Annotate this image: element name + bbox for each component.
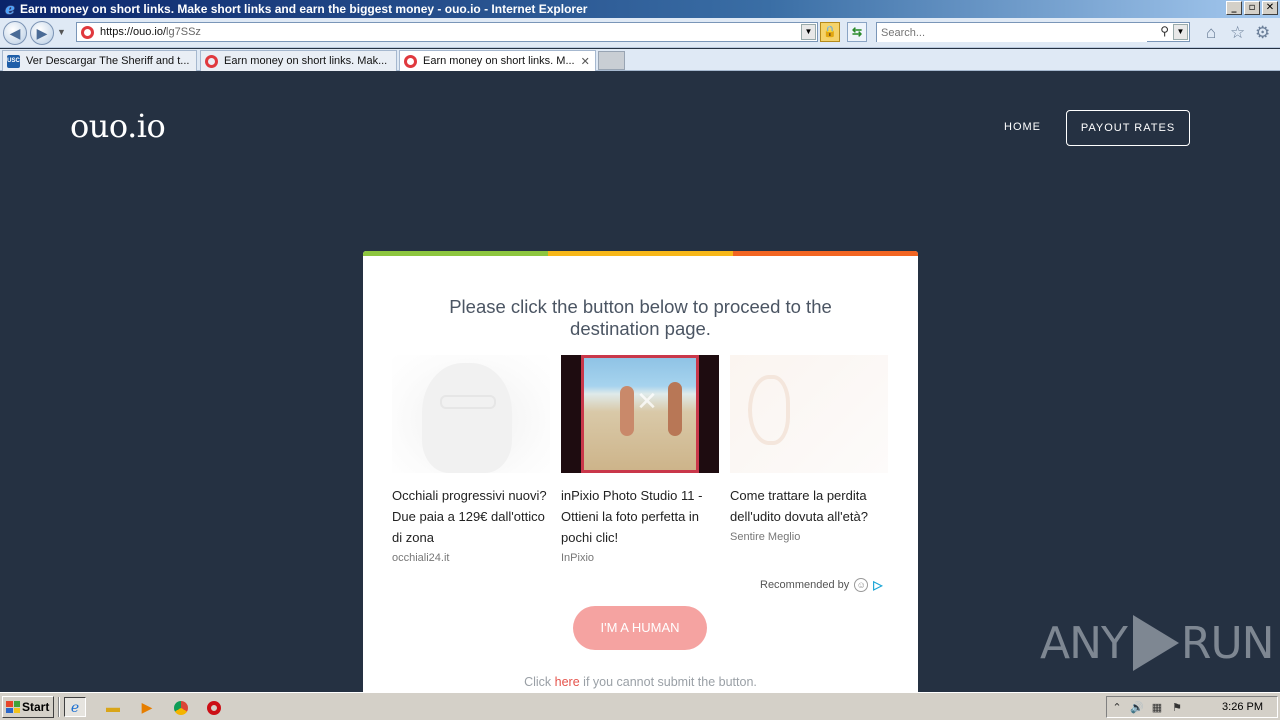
history-dropdown-icon[interactable]: ▼ (57, 27, 66, 37)
address-toolbar: ◀ ▶ ▼ https://ouo.io/lg7SSz ▼ 🔒 ⇆ ⚲ ▼ ⌂ … (0, 18, 1280, 48)
adchoices-icon[interactable]: ▷ (873, 578, 882, 592)
recommendation-thumbnail[interactable]: ✕ (561, 355, 719, 473)
address-dropdown-icon[interactable]: ▼ (801, 24, 816, 40)
payout-rates-button[interactable]: PAYOUT RATES (1066, 110, 1190, 146)
cross-icon: ✕ (636, 386, 658, 416)
tab-close-icon[interactable]: ✕ (581, 55, 590, 68)
flag-icon[interactable]: ⚑ (1167, 701, 1187, 714)
card-color-stripe (363, 251, 918, 256)
recommendation-thumbnail[interactable] (392, 355, 550, 473)
window-title-bar: e Earn money on short links. Make short … (0, 0, 1280, 18)
glasses-shape (440, 395, 496, 409)
folder-icon[interactable]: ▬ (102, 697, 124, 717)
search-box[interactable]: ⚲ ▼ (876, 22, 1190, 42)
tray-expand-icon[interactable]: ⌃ (1107, 701, 1127, 714)
person-shape (620, 386, 634, 436)
recommendation-thumbnail[interactable] (730, 355, 888, 473)
usc-favicon-icon: USC (7, 54, 20, 68)
forward-button[interactable]: ▶ (30, 21, 54, 45)
maximize-button[interactable]: ▫ (1244, 1, 1260, 15)
search-input[interactable] (877, 24, 1147, 42)
windows-logo-icon (6, 701, 20, 713)
recommended-by[interactable]: Recommended by ☺ ▷ (760, 578, 883, 592)
minimize-button[interactable]: _ (1226, 1, 1242, 15)
back-arrow-icon: ◀ (9, 25, 21, 41)
address-url[interactable]: https://ouo.io/lg7SSz (100, 26, 201, 38)
recommended-by-label: Recommended by (760, 579, 850, 591)
close-button[interactable]: ✕ (1262, 1, 1278, 15)
card-heading: Please click the button below to proceed… (449, 296, 832, 339)
clock[interactable]: 3:26 PM (1222, 701, 1263, 713)
web-page: ouo.io HOME PAYOUT RATES Please click th… (0, 71, 1280, 692)
nav-home-link[interactable]: HOME (1004, 121, 1041, 133)
network-icon[interactable]: ▦ (1147, 701, 1167, 714)
recommendation-source: InPixio (561, 552, 595, 564)
recommendation-item[interactable]: ✕ inPixio Photo Studio 11 - Ottieni la f… (561, 355, 719, 564)
anyrun-watermark: ANY RUN (1040, 613, 1275, 673)
ear-image (748, 375, 790, 445)
stripe-orange (733, 251, 918, 256)
start-button[interactable]: Start (2, 696, 54, 718)
search-dropdown-icon[interactable]: ▼ (1173, 24, 1188, 40)
system-tray: ⌃ 🔊 ▦ ⚑ 3:26 PM (1106, 696, 1278, 718)
portrait-image (422, 363, 512, 473)
ouo-favicon-icon (205, 54, 218, 68)
window-controls: _ ▫ ✕ (1226, 1, 1278, 15)
outbrain-logo-icon: ☺ (854, 578, 869, 592)
ie-icon: e (5, 0, 15, 18)
im-a-human-button[interactable]: I'M A HUMAN (573, 606, 707, 650)
recommendation-title[interactable]: Come trattare la perdita dell'udito dovu… (730, 485, 888, 527)
volume-icon[interactable]: 🔊 (1127, 701, 1147, 714)
redirect-card: Please click the button below to proceed… (363, 251, 918, 692)
address-bar[interactable]: https://ouo.io/lg7SSz ▼ (76, 22, 818, 42)
taskbar: Start e ▬ ▶ ⌃ 🔊 ▦ ⚑ 3:26 PM (0, 692, 1280, 720)
recommendation-item[interactable]: Come trattare la perdita dell'udito dovu… (730, 355, 888, 543)
taskbar-separator (58, 697, 60, 717)
tab-strip: USC Ver Descargar The Sheriff and t... E… (0, 49, 1280, 71)
tab-ouo-active[interactable]: Earn money on short links. M... ✕ (399, 50, 596, 71)
site-logo[interactable]: ouo.io (70, 107, 166, 145)
gear-icon[interactable]: ⚙ (1255, 24, 1270, 42)
help-here-link[interactable]: here (555, 675, 580, 689)
new-tab-button[interactable] (598, 51, 625, 70)
forward-arrow-icon: ▶ (36, 25, 48, 41)
site-favicon-icon (81, 25, 94, 39)
beach-photo: ✕ (581, 355, 699, 473)
stripe-yellow (548, 251, 733, 256)
chrome-icon[interactable] (170, 697, 192, 717)
opera-icon[interactable] (203, 697, 225, 717)
recommendation-source: occhiali24.it (392, 552, 450, 564)
star-icon[interactable]: ☆ (1230, 24, 1245, 42)
person-shape (668, 382, 682, 436)
lock-icon[interactable]: 🔒 (820, 22, 840, 42)
recommendation-title[interactable]: Occhiali progressivi nuovi? Due paia a 1… (392, 485, 550, 548)
ie-taskbar-icon[interactable]: e (64, 697, 86, 717)
media-player-icon[interactable]: ▶ (136, 697, 158, 717)
home-icon[interactable]: ⌂ (1206, 24, 1216, 42)
ouo-favicon-icon (404, 54, 417, 68)
refresh-icon[interactable]: ⇆ (847, 22, 867, 42)
recommendation-item[interactable]: Occhiali progressivi nuovi? Due paia a 1… (392, 355, 550, 564)
stripe-green (363, 251, 548, 256)
search-icon[interactable]: ⚲ (1160, 24, 1169, 38)
tab-ouo-1[interactable]: Earn money on short links. Mak... (200, 50, 397, 71)
back-button[interactable]: ◀ (3, 21, 27, 45)
window-title: Earn money on short links. Make short li… (20, 2, 588, 16)
help-text: Click here if you cannot submit the butt… (524, 675, 757, 689)
tab-ver-descargar[interactable]: USC Ver Descargar The Sheriff and t... (2, 50, 197, 71)
recommendation-source: Sentire Meglio (730, 531, 801, 543)
recommendation-title[interactable]: inPixio Photo Studio 11 - Ottieni la fot… (561, 485, 719, 548)
play-icon (1132, 615, 1179, 671)
